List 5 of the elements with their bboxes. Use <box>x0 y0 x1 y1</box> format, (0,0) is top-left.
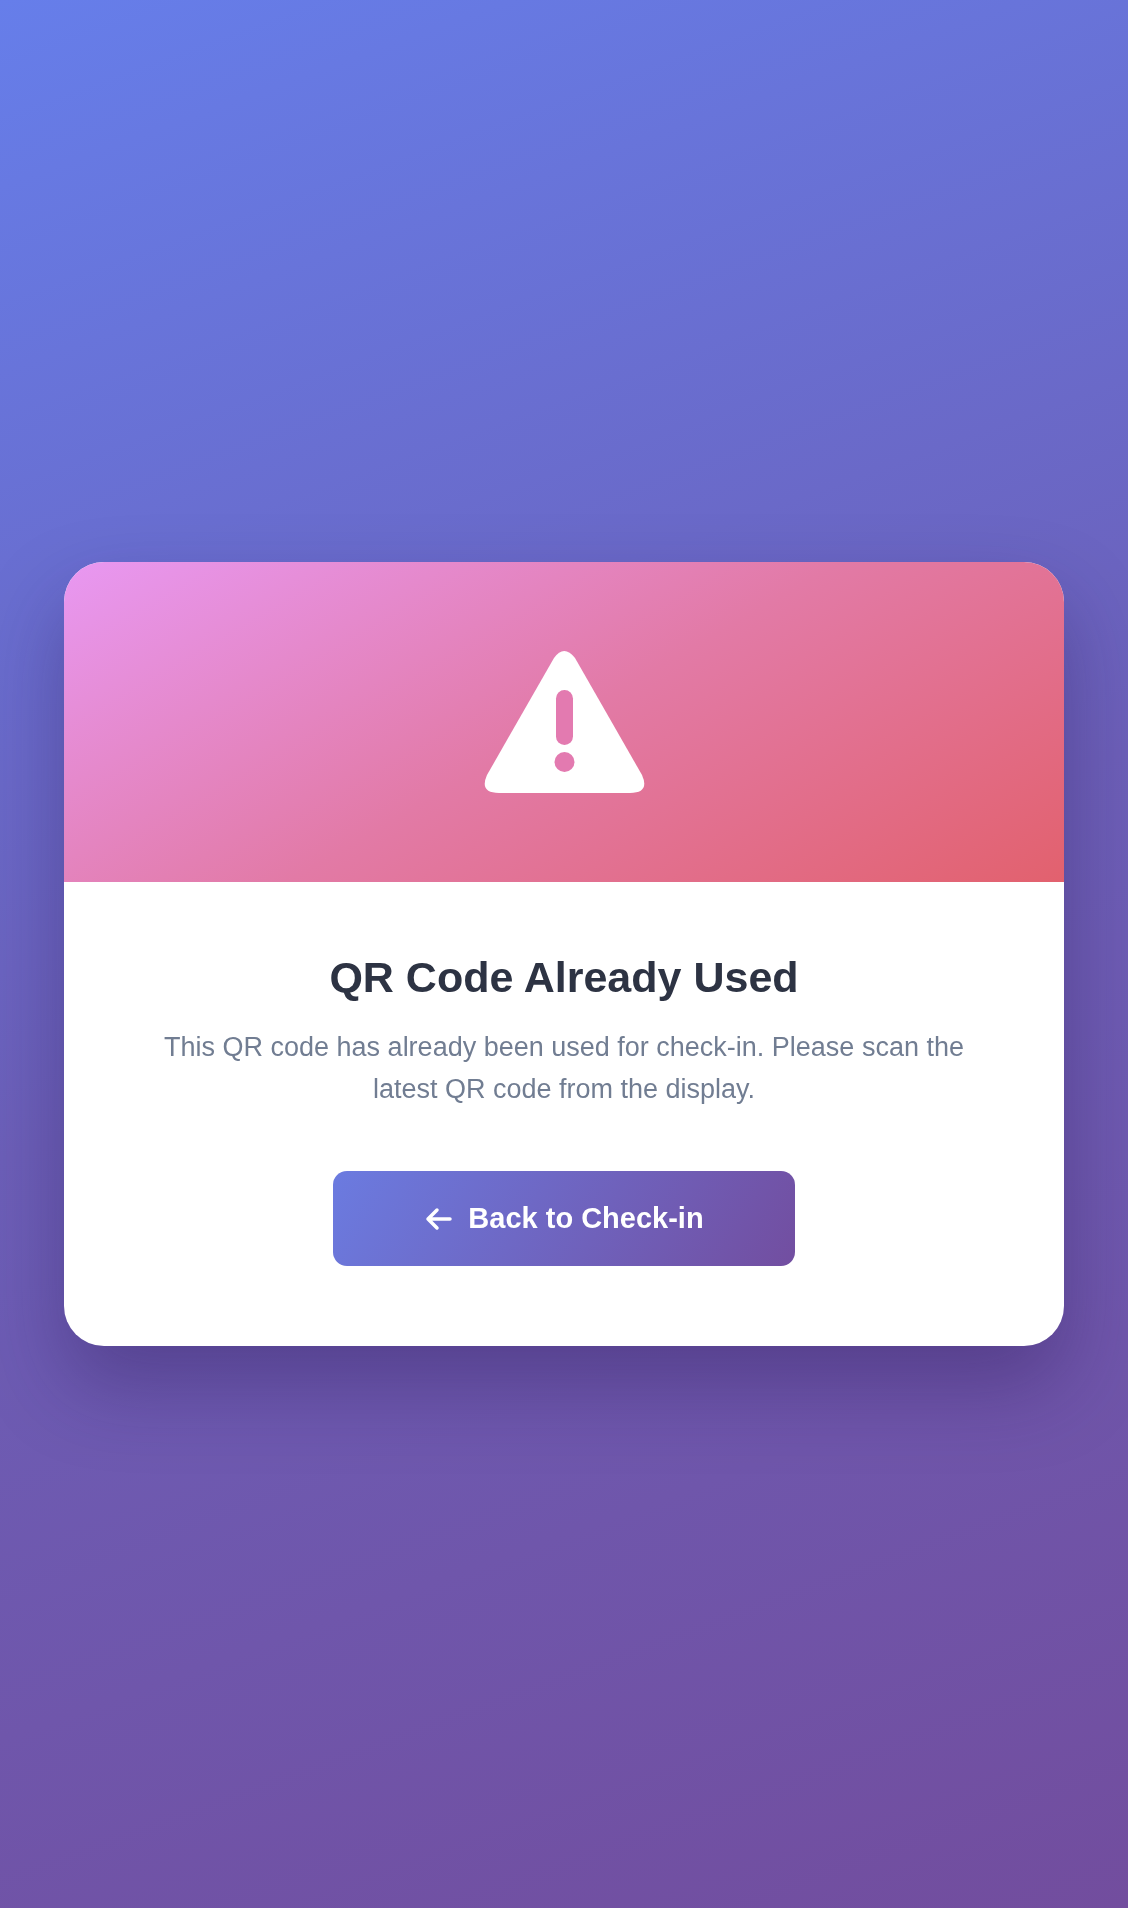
back-button[interactable]: Back to Check-in <box>333 1171 795 1267</box>
arrow-left-icon <box>424 1206 453 1231</box>
error-title: QR Code Already Used <box>329 951 799 1003</box>
error-message: This QR code has already been used for check-in. Please scan the latest QR code from the display. <box>163 1031 965 1107</box>
warning-icon <box>483 650 645 794</box>
